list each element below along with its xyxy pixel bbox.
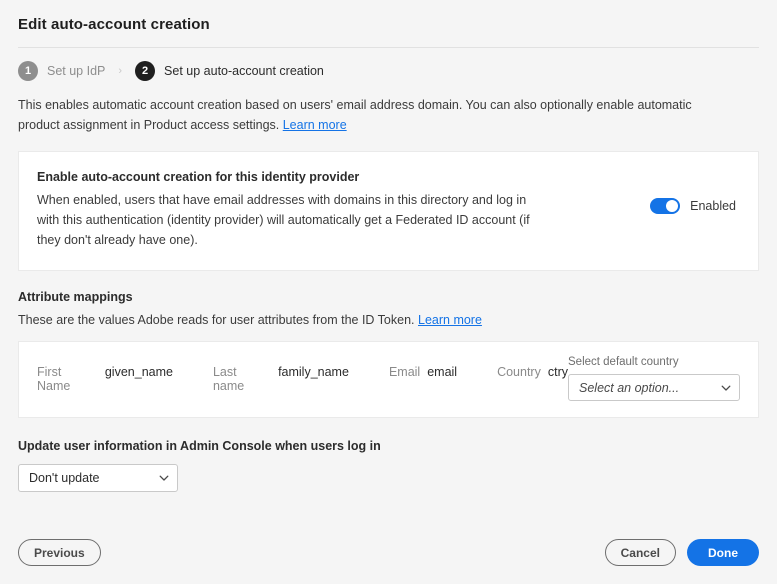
update-user-information-title: Update user information in Admin Console… (18, 439, 759, 453)
step-separator-icon: › (118, 66, 122, 77)
update-user-information-select-value: Don't update (29, 471, 100, 485)
attribute-mapping-last-name: Last name family_name (213, 365, 349, 393)
toggle-knob (666, 200, 678, 212)
default-country-label: Select default country (568, 356, 740, 368)
attribute-value-last-name: family_name (278, 365, 349, 379)
attribute-mapping-country: Country ctry (497, 365, 568, 379)
attribute-mappings-card: First Name given_name Last name family_n… (18, 341, 759, 418)
step-label-1: Set up IdP (47, 64, 105, 78)
attribute-mappings-header: Attribute mappings These are the values … (0, 271, 777, 329)
attribute-value-email: email (427, 365, 457, 379)
step-label-2: Set up auto-account creation (164, 64, 324, 78)
attribute-mappings-description-text: These are the values Adobe reads for use… (18, 313, 418, 327)
attribute-value-first-name: given_name (105, 365, 173, 379)
default-country-select-value: Select an option... (579, 381, 679, 395)
intro-learn-more-link[interactable]: Learn more (283, 118, 347, 132)
enable-card-text: Enable auto-account creation for this id… (37, 170, 650, 250)
update-user-information-section: Update user information in Admin Console… (0, 418, 777, 492)
step-item-2[interactable]: 2 Set up auto-account creation (135, 61, 324, 81)
attribute-mappings-title: Attribute mappings (18, 290, 759, 304)
step-item-1[interactable]: 1 Set up IdP (18, 61, 105, 81)
attribute-mapping-email: Email email (389, 365, 457, 379)
done-button[interactable]: Done (687, 539, 759, 566)
enable-auto-account-toggle[interactable] (650, 198, 680, 214)
default-country-group: Select default country Select an option.… (568, 356, 740, 401)
attribute-label-first-name: First Name (37, 365, 98, 393)
intro-text: This enables automatic account creation … (18, 98, 692, 132)
update-user-information-select[interactable]: Don't update (18, 464, 178, 492)
step-indicator: 1 Set up IdP › 2 Set up auto-account cre… (0, 48, 777, 81)
attribute-value-country: ctry (548, 365, 568, 379)
attribute-mappings-description: These are the values Adobe reads for use… (18, 311, 759, 329)
previous-button[interactable]: Previous (18, 539, 101, 566)
attribute-mappings-field-list: First Name given_name Last name family_n… (37, 365, 568, 393)
attribute-label-email: Email (389, 365, 420, 379)
page-title: Edit auto-account creation (18, 16, 759, 34)
attribute-label-country: Country (497, 365, 541, 379)
chevron-down-icon (159, 473, 169, 483)
attribute-mapping-first-name: First Name given_name (37, 365, 173, 393)
step-number-badge-1: 1 (18, 61, 38, 81)
enable-card-description: When enabled, users that have email addr… (37, 190, 542, 250)
cancel-button[interactable]: Cancel (605, 539, 676, 566)
enable-card-title: Enable auto-account creation for this id… (37, 170, 626, 184)
step-number-badge-2: 2 (135, 61, 155, 81)
attribute-label-last-name: Last name (213, 365, 271, 393)
chevron-down-icon (721, 383, 731, 393)
enable-toggle-label: Enabled (690, 199, 736, 213)
default-country-select[interactable]: Select an option... (568, 374, 740, 401)
enable-auto-account-creation-card: Enable auto-account creation for this id… (18, 151, 759, 271)
attribute-mappings-learn-more-link[interactable]: Learn more (418, 313, 482, 327)
intro-description: This enables automatic account creation … (0, 81, 744, 135)
dialog-header: Edit auto-account creation (0, 0, 777, 48)
enable-toggle-group: Enabled (650, 198, 736, 214)
edit-auto-account-creation-dialog: Edit auto-account creation 1 Set up IdP … (0, 0, 777, 584)
dialog-footer: Previous Cancel Done (0, 539, 777, 584)
